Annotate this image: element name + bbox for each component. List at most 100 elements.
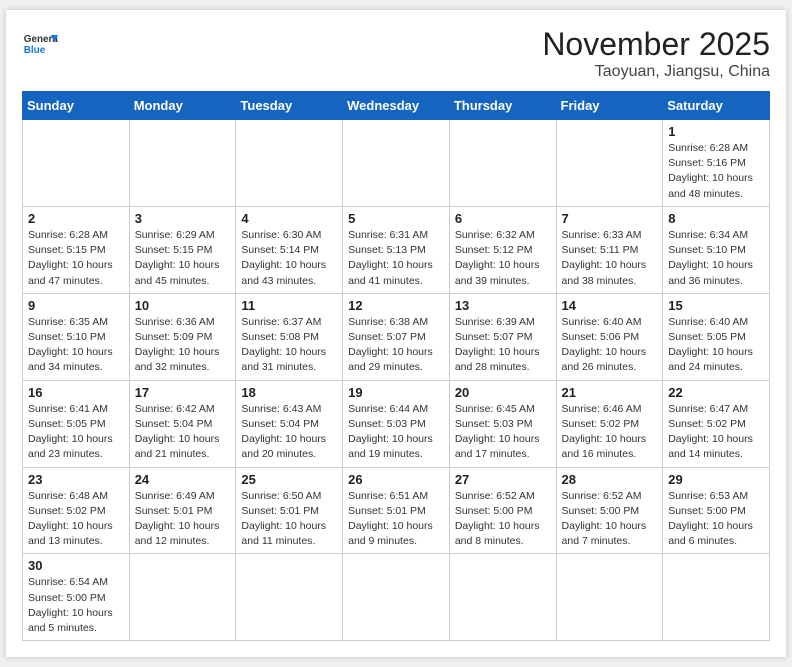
day-info: Sunrise: 6:40 AMSunset: 5:05 PMDaylight:… xyxy=(668,315,764,376)
day-number: 8 xyxy=(668,211,764,226)
weekday-header-row: SundayMondayTuesdayWednesdayThursdayFrid… xyxy=(23,92,770,120)
day-cell: 21 Sunrise: 6:46 AMSunset: 5:02 PMDayligh… xyxy=(556,380,663,467)
day-cell: 16Sunrise: 6:41 AMSunset: 5:05 PMDayligh… xyxy=(23,380,130,467)
day-info: Sunrise: 6:45 AMSunset: 5:03 PMDaylight:… xyxy=(455,402,551,463)
day-number: 29 xyxy=(668,472,764,487)
weekday-sunday: Sunday xyxy=(23,92,130,120)
day-cell: 3 Sunrise: 6:29 AMSunset: 5:15 PMDaylight… xyxy=(129,206,236,293)
day-cell: 15 Sunrise: 6:40 AMSunset: 5:05 PMDayligh… xyxy=(663,293,770,380)
logo-icon: General Blue xyxy=(22,26,58,62)
day-cell: 11 Sunrise: 6:37 AMSunset: 5:08 PMDayligh… xyxy=(236,293,343,380)
day-cell: 30 Sunrise: 6:54 AMSunset: 5:00 PMDayligh… xyxy=(23,554,130,641)
day-info: Sunrise: 6:28 AMSunset: 5:16 PMDaylight:… xyxy=(668,141,764,202)
day-info: Sunrise: 6:49 AMSunset: 5:01 PMDaylight:… xyxy=(135,489,231,550)
day-number: 28 xyxy=(562,472,658,487)
weekday-saturday: Saturday xyxy=(663,92,770,120)
day-number: 20 xyxy=(455,385,551,400)
day-number: 21 xyxy=(562,385,658,400)
day-cell: 28 Sunrise: 6:52 AMSunset: 5:00 PMDayligh… xyxy=(556,467,663,554)
day-cell: 23 Sunrise: 6:48 AMSunset: 5:02 PMDayligh… xyxy=(23,467,130,554)
day-info: Sunrise: 6:54 AMSunset: 5:00 PMDaylight:… xyxy=(28,575,124,636)
day-info: Sunrise: 6:39 AMSunset: 5:07 PMDaylight:… xyxy=(455,315,551,376)
day-info: Sunrise: 6:41 AMSunset: 5:05 PMDaylight:… xyxy=(28,402,124,463)
day-cell xyxy=(236,554,343,641)
weekday-wednesday: Wednesday xyxy=(343,92,450,120)
day-number: 15 xyxy=(668,298,764,313)
day-number: 19 xyxy=(348,385,444,400)
day-number: 3 xyxy=(135,211,231,226)
weekday-tuesday: Tuesday xyxy=(236,92,343,120)
day-cell: 27Sunrise: 6:52 AMSunset: 5:00 PMDayligh… xyxy=(449,467,556,554)
weekday-friday: Friday xyxy=(556,92,663,120)
day-number: 23 xyxy=(28,472,124,487)
day-cell: 25Sunrise: 6:50 AMSunset: 5:01 PMDayligh… xyxy=(236,467,343,554)
day-info: Sunrise: 6:44 AMSunset: 5:03 PMDaylight:… xyxy=(348,402,444,463)
day-number: 18 xyxy=(241,385,337,400)
day-info: Sunrise: 6:43 AMSunset: 5:04 PMDaylight:… xyxy=(241,402,337,463)
day-cell: 12Sunrise: 6:38 AMSunset: 5:07 PMDayligh… xyxy=(343,293,450,380)
week-row-6: 30 Sunrise: 6:54 AMSunset: 5:00 PMDayligh… xyxy=(23,554,770,641)
weekday-monday: Monday xyxy=(129,92,236,120)
page: General Blue November 2025 Taoyuan, Jian… xyxy=(6,10,786,657)
day-cell: 8 Sunrise: 6:34 AMSunset: 5:10 PMDaylight… xyxy=(663,206,770,293)
day-number: 17 xyxy=(135,385,231,400)
week-row-4: 16Sunrise: 6:41 AMSunset: 5:05 PMDayligh… xyxy=(23,380,770,467)
day-info: Sunrise: 6:35 AMSunset: 5:10 PMDaylight:… xyxy=(28,315,124,376)
day-info: Sunrise: 6:33 AMSunset: 5:11 PMDaylight:… xyxy=(562,228,658,289)
day-info: Sunrise: 6:40 AMSunset: 5:06 PMDaylight:… xyxy=(562,315,658,376)
day-info: Sunrise: 6:30 AMSunset: 5:14 PMDaylight:… xyxy=(241,228,337,289)
day-cell: 22Sunrise: 6:47 AMSunset: 5:02 PMDayligh… xyxy=(663,380,770,467)
logo: General Blue xyxy=(22,26,58,62)
svg-text:Blue: Blue xyxy=(24,45,46,56)
day-cell xyxy=(23,120,130,207)
day-cell: 9Sunrise: 6:35 AMSunset: 5:10 PMDaylight… xyxy=(23,293,130,380)
day-number: 30 xyxy=(28,558,124,573)
week-row-1: 1 Sunrise: 6:28 AMSunset: 5:16 PMDaylight… xyxy=(23,120,770,207)
day-cell xyxy=(663,554,770,641)
day-cell: 4 Sunrise: 6:30 AMSunset: 5:14 PMDaylight… xyxy=(236,206,343,293)
day-cell: 19 Sunrise: 6:44 AMSunset: 5:03 PMDayligh… xyxy=(343,380,450,467)
day-cell: 17 Sunrise: 6:42 AMSunset: 5:04 PMDayligh… xyxy=(129,380,236,467)
day-cell: 1 Sunrise: 6:28 AMSunset: 5:16 PMDaylight… xyxy=(663,120,770,207)
day-cell: 6 Sunrise: 6:32 AMSunset: 5:12 PMDaylight… xyxy=(449,206,556,293)
day-cell: 26Sunrise: 6:51 AMSunset: 5:01 PMDayligh… xyxy=(343,467,450,554)
day-cell: 10Sunrise: 6:36 AMSunset: 5:09 PMDayligh… xyxy=(129,293,236,380)
weekday-thursday: Thursday xyxy=(449,92,556,120)
day-info: Sunrise: 6:48 AMSunset: 5:02 PMDaylight:… xyxy=(28,489,124,550)
day-number: 1 xyxy=(668,124,764,139)
day-number: 14 xyxy=(562,298,658,313)
week-row-3: 9Sunrise: 6:35 AMSunset: 5:10 PMDaylight… xyxy=(23,293,770,380)
day-info: Sunrise: 6:37 AMSunset: 5:08 PMDaylight:… xyxy=(241,315,337,376)
day-info: Sunrise: 6:46 AMSunset: 5:02 PMDaylight:… xyxy=(562,402,658,463)
day-cell: 24 Sunrise: 6:49 AMSunset: 5:01 PMDayligh… xyxy=(129,467,236,554)
day-info: Sunrise: 6:28 AMSunset: 5:15 PMDaylight:… xyxy=(28,228,124,289)
day-cell: 20 Sunrise: 6:45 AMSunset: 5:03 PMDayligh… xyxy=(449,380,556,467)
day-number: 10 xyxy=(135,298,231,313)
day-info: Sunrise: 6:29 AMSunset: 5:15 PMDaylight:… xyxy=(135,228,231,289)
day-info: Sunrise: 6:52 AMSunset: 5:00 PMDaylight:… xyxy=(455,489,551,550)
day-info: Sunrise: 6:42 AMSunset: 5:04 PMDaylight:… xyxy=(135,402,231,463)
day-cell: 5Sunrise: 6:31 AMSunset: 5:13 PMDaylight… xyxy=(343,206,450,293)
day-cell: 7Sunrise: 6:33 AMSunset: 5:11 PMDaylight… xyxy=(556,206,663,293)
day-cell xyxy=(556,554,663,641)
day-info: Sunrise: 6:34 AMSunset: 5:10 PMDaylight:… xyxy=(668,228,764,289)
day-cell xyxy=(449,120,556,207)
location-title: Taoyuan, Jiangsu, China xyxy=(542,63,770,81)
header: General Blue November 2025 Taoyuan, Jian… xyxy=(22,26,770,81)
day-info: Sunrise: 6:52 AMSunset: 5:00 PMDaylight:… xyxy=(562,489,658,550)
day-number: 6 xyxy=(455,211,551,226)
day-info: Sunrise: 6:32 AMSunset: 5:12 PMDaylight:… xyxy=(455,228,551,289)
day-cell xyxy=(343,120,450,207)
day-info: Sunrise: 6:50 AMSunset: 5:01 PMDaylight:… xyxy=(241,489,337,550)
day-cell: 13Sunrise: 6:39 AMSunset: 5:07 PMDayligh… xyxy=(449,293,556,380)
day-number: 4 xyxy=(241,211,337,226)
day-cell: 2Sunrise: 6:28 AMSunset: 5:15 PMDaylight… xyxy=(23,206,130,293)
day-cell xyxy=(129,120,236,207)
week-row-5: 23 Sunrise: 6:48 AMSunset: 5:02 PMDayligh… xyxy=(23,467,770,554)
day-number: 11 xyxy=(241,298,337,313)
day-number: 26 xyxy=(348,472,444,487)
day-number: 24 xyxy=(135,472,231,487)
day-cell xyxy=(556,120,663,207)
month-title: November 2025 xyxy=(542,26,770,63)
day-number: 22 xyxy=(668,385,764,400)
